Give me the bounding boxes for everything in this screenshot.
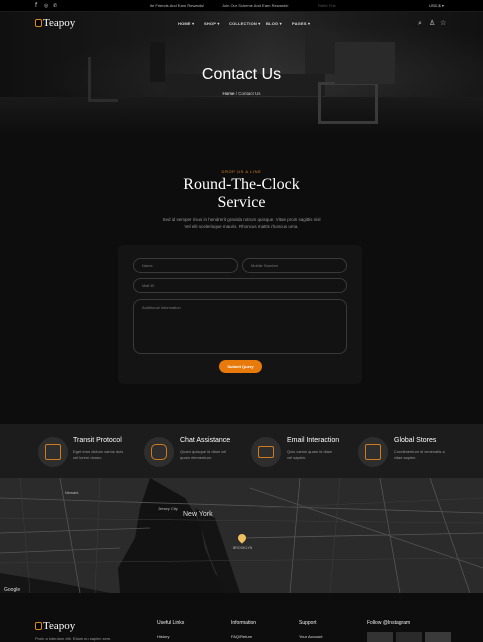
- promo-ticker-3: Refer Frie: [318, 3, 336, 8]
- feature-text: Eget eros dictum varius duis vel lorem do…: [73, 449, 124, 460]
- instagram-thumb[interactable]: [425, 632, 451, 642]
- info-textarea[interactable]: Additional Information: [133, 299, 347, 354]
- footer-link-account[interactable]: Your Account: [299, 634, 322, 639]
- map-label-jersey-city: Jersey City: [158, 506, 178, 511]
- top-bar: f ◎ ✆ ite Friends And Earn Rewards! Join…: [0, 0, 483, 12]
- footer-tagline: Proin a interdum elit. Etiam eu sapien s…: [35, 636, 112, 641]
- name-field[interactable]: Name: [133, 258, 238, 273]
- breadcrumb-current: Contact Us: [238, 91, 261, 96]
- section-description: Sed id semper risus in hendrerit gravida…: [162, 217, 321, 229]
- whatsapp-icon[interactable]: ✆: [53, 3, 57, 9]
- feature-text: Quam quisque id diam vel quam elementum.: [180, 449, 227, 460]
- footer-heading: Support: [299, 620, 317, 626]
- map-label-new-york: New York: [183, 511, 213, 518]
- nav-shop[interactable]: SHOP ▾: [204, 21, 220, 26]
- footer-link-history[interactable]: History: [157, 634, 169, 639]
- facebook-icon[interactable]: f: [35, 2, 37, 9]
- instagram-thumb[interactable]: [367, 632, 393, 642]
- instagram-thumb[interactable]: [396, 632, 422, 642]
- section-eyebrow: DROP US A LINE: [221, 169, 262, 174]
- footer-heading: Follow @Instagram: [367, 620, 411, 626]
- footer-logo[interactable]: Teapoy: [35, 620, 75, 632]
- brand-logo[interactable]: Teapoy: [35, 17, 75, 29]
- nav-collection[interactable]: COLLECTION ▾: [229, 21, 261, 26]
- armchair-silhouette: [318, 82, 378, 124]
- mobile-field[interactable]: Mobile Number: [242, 258, 347, 273]
- map-label-newark: Newark: [65, 490, 79, 495]
- mail-field[interactable]: Mail ID: [133, 278, 347, 293]
- feature-title: Email Interaction: [287, 437, 340, 444]
- logo-icon: [35, 19, 42, 28]
- document-icon: [38, 437, 68, 467]
- feature-title: Chat Assistance: [180, 437, 231, 444]
- promo-ticker-1: ite Friends And Earn Rewards!: [150, 3, 205, 8]
- chat-icon: [144, 437, 174, 467]
- breadcrumb-home[interactable]: Home: [222, 91, 234, 96]
- feature-text: Condimentum id venenatis a vitae sapien.: [394, 449, 445, 460]
- breadcrumb: Home / Contact Us: [222, 91, 261, 96]
- logo-icon: [35, 622, 42, 631]
- nav-home[interactable]: HOME ▾: [178, 21, 194, 26]
- feature-title: Transit Protocol: [73, 437, 122, 444]
- hero-banner: Contact Us Home / Contact Us: [0, 12, 483, 132]
- currency-select[interactable]: USD,$ ▾: [429, 3, 444, 8]
- submit-query-button[interactable]: Submit Query: [219, 360, 262, 373]
- footer-link-faq[interactable]: FAQ/Return: [231, 634, 252, 639]
- footer-heading: Information: [231, 620, 257, 626]
- user-icon[interactable]: ♙: [429, 19, 435, 27]
- map-label-brooklyn: BROOKLYN: [233, 546, 253, 550]
- instagram-icon[interactable]: ◎: [44, 3, 48, 9]
- envelope-icon: [251, 437, 281, 467]
- store-icon: [358, 437, 388, 467]
- page-title: Contact Us: [201, 66, 282, 83]
- section-heading: Round-The-Clock Service: [183, 176, 300, 211]
- wishlist-icon[interactable]: ☆: [440, 19, 446, 27]
- footer-heading: Useful Links: [157, 620, 185, 626]
- map-embed[interactable]: Newark Jersey City New York BROOKLYN: [0, 478, 483, 593]
- feature-title: Global Stores: [394, 437, 437, 444]
- nav-blog[interactable]: BLOG ▾: [266, 21, 282, 26]
- search-icon[interactable]: ⌕: [418, 19, 422, 28]
- feature-text: Quis varius quam id diam vel sapien.: [287, 449, 333, 460]
- promo-ticker-2: Join Our Scheme And Earn Rewards!: [222, 3, 289, 8]
- nav-pages[interactable]: PAGES ▾: [292, 21, 310, 26]
